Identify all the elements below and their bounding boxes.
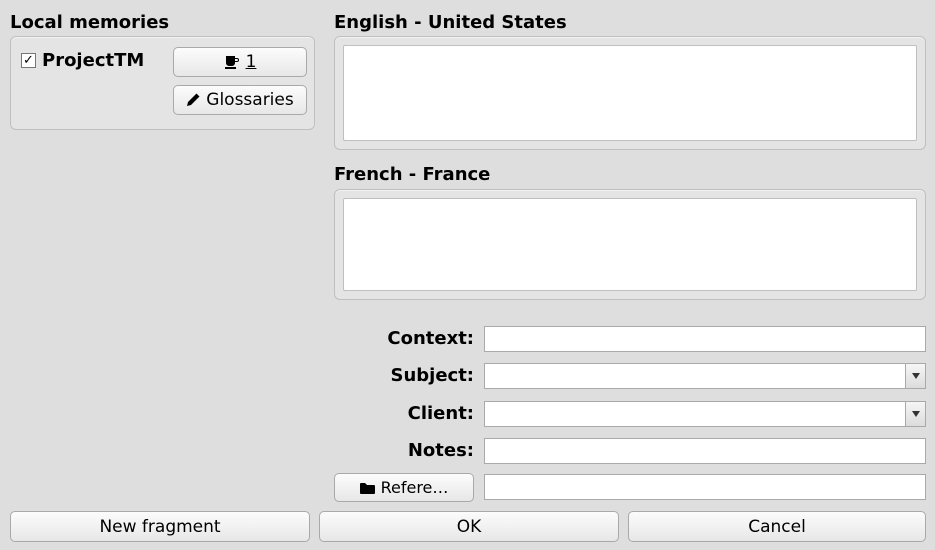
target-text-frame [334, 189, 926, 300]
cup-icon [224, 55, 240, 69]
providers-button[interactable]: 1 [173, 47, 307, 77]
notes-label: Notes: [334, 440, 474, 461]
dialog-root: Local memories ✓ ProjectTM 1 Glossaries … [0, 0, 935, 550]
memory-name-label: ProjectTM [42, 50, 144, 71]
subject-combo-field[interactable] [485, 364, 905, 388]
new-fragment-button[interactable]: New fragment [10, 511, 310, 542]
target-language-label: French - France [334, 164, 490, 185]
checkmark-icon: ✓ [23, 54, 34, 67]
chevron-down-icon [912, 411, 920, 417]
target-text-input[interactable] [343, 198, 917, 291]
glossaries-button-label: Glossaries [206, 90, 293, 110]
pencil-icon [186, 93, 200, 107]
client-combo[interactable] [484, 401, 926, 427]
references-button-label: Refere… [381, 478, 449, 497]
notes-input[interactable] [484, 438, 926, 464]
folder-icon [360, 482, 375, 494]
source-text-frame [334, 36, 926, 150]
glossaries-button[interactable]: Glossaries [173, 85, 307, 115]
ok-label: OK [457, 517, 482, 537]
memory-checkbox-row[interactable]: ✓ ProjectTM [21, 50, 144, 71]
cancel-button[interactable]: Cancel [628, 511, 926, 542]
source-language-label: English - United States [334, 12, 567, 33]
source-text-input[interactable] [343, 45, 917, 141]
local-memories-title: Local memories [10, 12, 169, 33]
subject-combo-button[interactable] [905, 364, 925, 388]
client-label: Client: [334, 403, 474, 424]
memory-checkbox[interactable]: ✓ [21, 53, 36, 68]
local-memories-panel: ✓ ProjectTM 1 Glossaries [10, 36, 315, 130]
client-combo-field[interactable] [485, 402, 905, 426]
context-input[interactable] [484, 326, 926, 352]
chevron-down-icon [912, 373, 920, 379]
references-button[interactable]: Refere… [334, 473, 474, 502]
cancel-label: Cancel [748, 517, 806, 537]
subject-combo[interactable] [484, 363, 926, 389]
new-fragment-label: New fragment [99, 517, 220, 537]
client-combo-button[interactable] [905, 402, 925, 426]
providers-button-label: 1 [246, 52, 257, 72]
context-label: Context: [334, 328, 474, 349]
ok-button[interactable]: OK [319, 511, 619, 542]
subject-label: Subject: [334, 365, 474, 386]
references-input[interactable] [484, 474, 926, 500]
